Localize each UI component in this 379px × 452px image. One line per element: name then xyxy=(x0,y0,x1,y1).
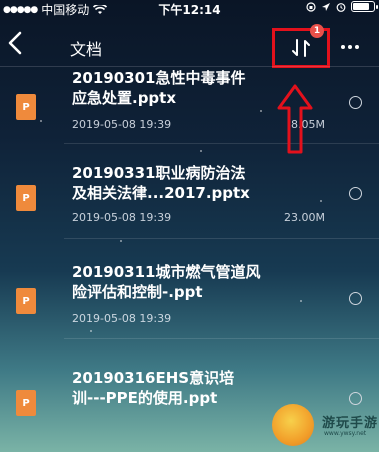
app-screen: ●●●●● 中国移动 下午12:14 文档 1 P 20190301急性中毒事件… xyxy=(0,0,379,452)
lock-rotation-icon xyxy=(306,1,316,12)
alarm-icon xyxy=(336,2,346,12)
battery-level xyxy=(353,3,370,10)
status-right xyxy=(306,1,378,12)
status-bar: ●●●●● 中国移动 下午12:14 xyxy=(0,0,379,18)
location-icon xyxy=(322,2,330,11)
file-name-line2: 及相关法律...2017.pptx xyxy=(72,184,250,202)
file-name: 20190311城市燃气管道风 险评估和控制-.ppt xyxy=(72,262,322,302)
watermark-url: www.ywsy.net xyxy=(324,430,367,437)
sort-badge: 1 xyxy=(310,24,324,38)
file-name-line1: 20190316EHS意识培 xyxy=(72,369,235,387)
row-divider xyxy=(64,338,379,339)
file-icon-label: P xyxy=(22,101,30,113)
file-row[interactable]: P 20190331职业病防治法 及相关法律...2017.pptx 2019-… xyxy=(0,145,379,239)
background-star xyxy=(90,330,92,332)
watermark: 游玩手游 www.ywsy.net xyxy=(268,398,379,452)
row-divider xyxy=(64,143,379,144)
more-dot xyxy=(341,45,345,49)
row-divider xyxy=(64,238,379,239)
sort-arrows-icon xyxy=(292,39,310,57)
annotation-arrow-icon xyxy=(277,84,313,154)
file-icon-label: P xyxy=(22,397,30,409)
file-name: 20190331职业病防治法 及相关法律...2017.pptx xyxy=(72,163,322,203)
more-dot xyxy=(355,45,359,49)
file-select-radio[interactable] xyxy=(349,96,362,109)
page-title: 文档 xyxy=(70,40,103,59)
file-row[interactable]: P 20190311城市燃气管道风 险评估和控制-.ppt 2019-05-08… xyxy=(0,240,379,339)
file-name-line2: 险评估和控制-.ppt xyxy=(72,283,203,301)
file-icon-label: P xyxy=(22,295,30,307)
file-date: 2019-05-08 19:39 xyxy=(72,211,172,224)
file-size: 23.00M xyxy=(284,211,325,224)
file-icon-label: P xyxy=(22,192,30,204)
ppt-file-icon: P xyxy=(16,390,36,416)
file-name-line1: 20190331职业病防治法 xyxy=(72,164,246,182)
file-date: 2019-05-08 19:39 xyxy=(72,312,172,325)
chevron-left-icon[interactable] xyxy=(4,30,28,56)
file-date: 2019-05-08 19:39 xyxy=(72,118,172,131)
ppt-file-icon: P xyxy=(16,288,36,314)
file-name-line1: 20190311城市燃气管道风 xyxy=(72,263,261,281)
file-row[interactable]: P 20190301急性中毒事件 应急处置.pptx 2019-05-08 19… xyxy=(0,66,379,156)
ppt-file-icon: P xyxy=(16,94,36,120)
ppt-file-icon: P xyxy=(16,185,36,211)
watermark-text: 游玩手游 xyxy=(322,416,379,431)
file-select-radio[interactable] xyxy=(349,292,362,305)
battery-icon xyxy=(351,1,378,12)
more-dots-icon[interactable] xyxy=(334,34,366,60)
file-select-radio[interactable] xyxy=(349,187,362,200)
more-dot xyxy=(348,45,352,49)
watermark-logo-icon xyxy=(272,404,314,446)
